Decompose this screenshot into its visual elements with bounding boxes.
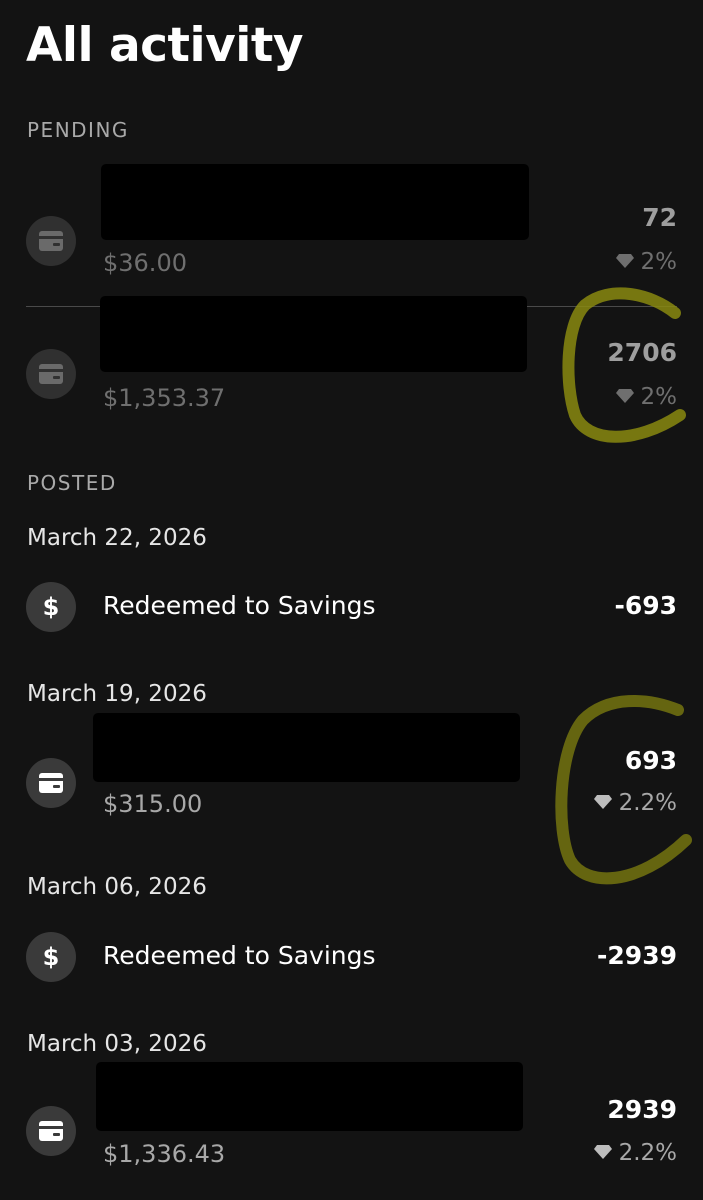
credit-card-icon <box>26 216 76 266</box>
credit-card-icon <box>26 1106 76 1156</box>
transaction-amount: $315.00 <box>103 790 203 818</box>
dollar-icon: $ <box>26 932 76 982</box>
points-redeemed: -693 <box>614 591 677 620</box>
transaction-description: Redeemed to Savings <box>103 941 376 970</box>
transaction-amount: $1,353.37 <box>103 384 226 412</box>
reward-rate: 2.2% <box>593 1140 677 1166</box>
diamond-icon <box>615 388 634 403</box>
redacted-merchant-name <box>93 713 520 782</box>
redacted-merchant-name <box>101 164 529 240</box>
date-header: March 06, 2026 <box>27 874 207 900</box>
diamond-icon <box>615 253 634 268</box>
credit-card-icon <box>26 349 76 399</box>
page-title: All activity <box>26 18 303 73</box>
credit-card-icon <box>26 758 76 808</box>
posted-transaction-row[interactable]: $ Redeemed to Savings -693 <box>0 582 703 632</box>
transaction-description: Redeemed to Savings <box>103 591 376 620</box>
posted-transaction-row[interactable]: $1,336.43 2939 2.2% <box>0 1062 703 1172</box>
points-redeemed: -2939 <box>597 941 677 970</box>
date-header: March 19, 2026 <box>27 681 207 707</box>
section-label-pending: PENDING <box>27 118 129 142</box>
pending-transaction-row[interactable]: $1,353.37 2706 2% <box>0 296 703 426</box>
diamond-icon <box>593 794 612 809</box>
dollar-glyph: $ <box>42 593 60 621</box>
redacted-merchant-name <box>100 296 527 372</box>
reward-rate: 2.2% <box>593 790 677 816</box>
reward-rate-value: 2.2% <box>618 1140 677 1166</box>
points-earned: 72 <box>642 203 677 232</box>
transaction-amount: $36.00 <box>103 249 187 277</box>
dollar-glyph: $ <box>42 943 60 971</box>
transaction-amount: $1,336.43 <box>103 1140 226 1168</box>
points-earned: 693 <box>624 746 677 775</box>
reward-rate-value: 2.2% <box>618 790 677 816</box>
date-header: March 03, 2026 <box>27 1031 207 1057</box>
reward-rate: 2% <box>615 384 678 410</box>
redacted-merchant-name <box>96 1062 523 1131</box>
points-earned: 2939 <box>607 1095 677 1124</box>
reward-rate: 2% <box>615 249 678 275</box>
pending-transaction-row[interactable]: $36.00 72 2% <box>0 164 703 294</box>
date-header: March 22, 2026 <box>27 525 207 551</box>
points-earned: 2706 <box>607 338 677 367</box>
reward-rate-value: 2% <box>640 249 678 275</box>
reward-rate-value: 2% <box>640 384 678 410</box>
dollar-icon: $ <box>26 582 76 632</box>
diamond-icon <box>593 1144 612 1159</box>
posted-transaction-row[interactable]: $315.00 693 2.2% <box>0 713 703 823</box>
section-label-posted: POSTED <box>27 471 117 495</box>
posted-transaction-row[interactable]: $ Redeemed to Savings -2939 <box>0 932 703 982</box>
